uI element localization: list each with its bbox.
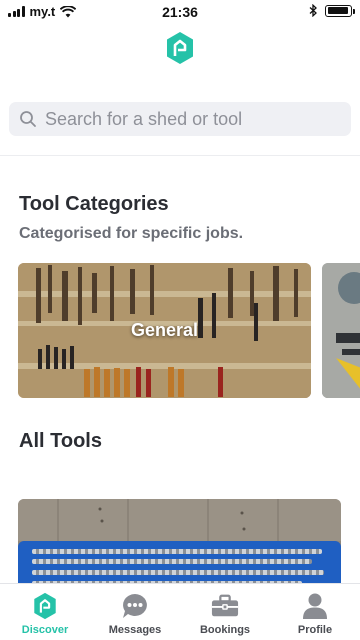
tool-card-wood-texture: [18, 499, 341, 541]
all-tools-title: All Tools: [19, 430, 102, 452]
nav-label: Bookings: [199, 624, 251, 636]
discover-icon: [34, 592, 56, 620]
app-logo-icon: [167, 32, 193, 64]
person-icon: [303, 593, 327, 619]
status-time: 21:36: [162, 4, 198, 20]
chat-icon: [123, 594, 147, 618]
status-right: [309, 4, 355, 17]
nav-messages[interactable]: Messages: [90, 584, 180, 640]
nav-bookings[interactable]: Bookings: [180, 584, 270, 640]
header-divider: [0, 155, 360, 156]
nav-label: Discover: [21, 624, 69, 636]
category-card-label: General: [130, 320, 199, 340]
power-tools-image: [322, 263, 360, 398]
tool-categories-title: Tool Categories: [19, 193, 169, 215]
nav-label: Profile: [297, 624, 333, 636]
nav-label: Messages: [108, 624, 162, 636]
category-card-general[interactable]: General: [18, 263, 311, 398]
toolbox-icon: [211, 594, 239, 617]
category-card-next[interactable]: [322, 263, 360, 398]
search-icon: [20, 111, 36, 127]
status-bar: my.t 21:36: [0, 0, 360, 24]
battery-icon: [325, 4, 355, 17]
search-bar[interactable]: [9, 102, 351, 136]
bluetooth-icon: [309, 4, 317, 17]
tool-categories-subtitle: Categorised for specific jobs.: [19, 225, 244, 242]
bottom-navigation: Discover Messages Bookings Profile: [0, 583, 360, 640]
nav-profile[interactable]: Profile: [270, 584, 360, 640]
search-input[interactable]: [45, 108, 335, 130]
category-carousel[interactable]: General: [18, 263, 360, 398]
nav-discover[interactable]: Discover: [0, 584, 90, 640]
